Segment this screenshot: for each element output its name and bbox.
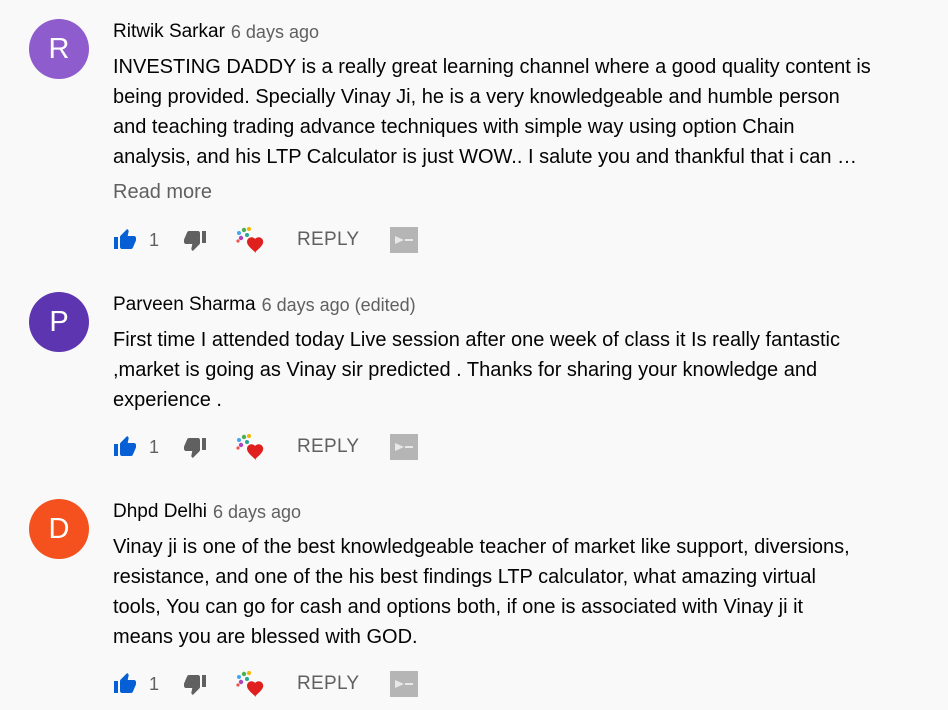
like-count: 1 — [149, 673, 160, 694]
comment-date[interactable]: 6 days ago (edited) — [262, 295, 416, 316]
comment-line: First time I attended today Live session… — [113, 329, 841, 351]
comment-line: tools, You can go for cash and options b… — [113, 596, 804, 618]
comment-line: INVESTING DADDY is a really great learni… — [113, 56, 871, 78]
creator-heart — [235, 669, 267, 699]
thumb-up-icon — [114, 673, 136, 693]
flag-icon — [390, 227, 418, 253]
reply-button[interactable]: REPLY — [297, 669, 359, 699]
thumb-down-icon — [184, 231, 206, 251]
comment-line: and teaching trading advance techniques … — [113, 116, 795, 138]
read-more-link[interactable]: Read more — [113, 181, 212, 204]
comment-text: INVESTING DADDY is a really great learni… — [113, 52, 928, 172]
reply-button[interactable]: REPLY — [297, 432, 359, 462]
comment-line: analysis, and his LTP Calculator is just… — [113, 146, 858, 168]
dislike-button[interactable] — [183, 432, 207, 462]
comment-text: Vinay ji is one of the best knowledgeabl… — [113, 532, 928, 652]
avatar[interactable]: R — [29, 19, 89, 79]
comment-date[interactable]: 6 days ago — [231, 22, 319, 43]
dislike-button[interactable] — [183, 669, 207, 699]
comment-header: Parveen Sharma 6 days ago (edited) — [113, 292, 416, 318]
thumb-down-icon — [184, 438, 206, 458]
thumb-down-icon — [184, 675, 206, 695]
like-button[interactable] — [113, 225, 137, 255]
like-button[interactable] — [113, 432, 137, 462]
creator-heart-icon — [236, 671, 264, 697]
author-name[interactable]: Parveen Sharma — [113, 294, 256, 316]
creator-heart-icon — [236, 434, 264, 460]
flag-button[interactable] — [390, 669, 418, 699]
comment-line: being provided. Specially Vinay Ji, he i… — [113, 86, 840, 108]
comment-date[interactable]: 6 days ago — [213, 502, 301, 523]
comment-header: Dhpd Delhi 6 days ago — [113, 499, 301, 525]
avatar[interactable]: D — [29, 499, 89, 559]
thumb-up-icon — [114, 436, 136, 456]
reply-button[interactable]: REPLY — [297, 225, 359, 255]
comment-header: Ritwik Sarkar 6 days ago — [113, 19, 319, 45]
like-count: 1 — [149, 229, 160, 250]
flag-button[interactable] — [390, 225, 418, 255]
comment-line: Vinay ji is one of the best knowledgeabl… — [113, 536, 850, 558]
thumb-up-icon — [114, 229, 136, 249]
author-name[interactable]: Dhpd Delhi — [113, 501, 207, 523]
comment-text: First time I attended today Live session… — [113, 325, 928, 415]
comment-line: means you are blessed with GOD. — [113, 626, 418, 648]
avatar[interactable]: P — [29, 292, 89, 352]
author-name[interactable]: Ritwik Sarkar — [113, 21, 225, 43]
like-button[interactable] — [113, 669, 137, 699]
comment-line: experience . — [113, 389, 222, 411]
comment-line: ,market is going as Vinay sir predicted … — [113, 359, 818, 381]
comment-line: resistance, and one of the his best find… — [113, 566, 816, 588]
creator-heart-icon — [236, 227, 264, 253]
dislike-button[interactable] — [183, 225, 207, 255]
creator-heart — [235, 225, 267, 255]
like-count: 1 — [149, 436, 160, 457]
creator-heart — [235, 432, 267, 462]
flag-icon — [390, 671, 418, 697]
flag-icon — [390, 434, 418, 460]
flag-button[interactable] — [390, 432, 418, 462]
